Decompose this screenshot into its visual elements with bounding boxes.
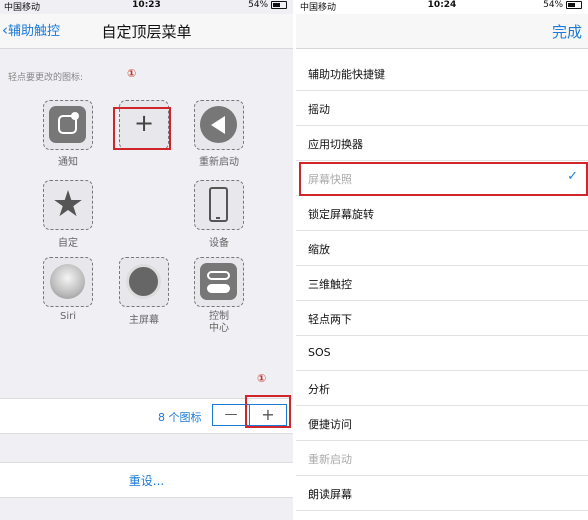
- home-icon: [126, 264, 161, 299]
- nav-bar-right: 完成: [296, 14, 588, 49]
- list-item[interactable]: 三维触控: [296, 266, 588, 301]
- icon-label-home: 主屏幕: [129, 315, 159, 326]
- list-item[interactable]: 轻点两下: [296, 301, 588, 336]
- list-item[interactable]: 摇动: [296, 91, 588, 126]
- list-item[interactable]: 重新启动: [296, 441, 588, 476]
- icon-label-siri: Siri: [59, 311, 76, 322]
- icon-slot-control-center[interactable]: [194, 257, 244, 307]
- list-item-label: 轻点两下: [308, 313, 352, 326]
- status-bar-right: 中国移动 10:24 54%: [296, 0, 588, 13]
- list-item[interactable]: 应用切换器: [296, 126, 588, 161]
- icon-grid: 通知 + 重新启动 ★ 自定 设备 Siri 主屏幕 控制 中心: [0, 86, 293, 398]
- list-item-label: 辅助功能快捷键: [308, 68, 385, 81]
- icon-slot-device[interactable]: [194, 180, 244, 230]
- restart-icon: [200, 106, 237, 143]
- icon-slot-restart[interactable]: [194, 100, 244, 150]
- battery-percent-right: 54%: [543, 0, 564, 10]
- annotation-mark-bottom: ①: [257, 372, 267, 385]
- right-screen: 中国移动 10:24 54% 完成 辅助功能快捷键 摇动 应用切换器 屏幕快照 …: [296, 0, 588, 520]
- list-item-label: 三维触控: [308, 278, 352, 291]
- icon-slot-siri[interactable]: [43, 257, 93, 307]
- highlight-box-plus: [113, 107, 171, 150]
- icon-slot-custom[interactable]: ★: [43, 180, 93, 230]
- highlight-box-increase: [245, 395, 291, 428]
- reset-button[interactable]: 重设...: [0, 472, 293, 489]
- annotation-mark-top: ①: [127, 67, 137, 80]
- list-item-label: 便捷访问: [308, 418, 352, 431]
- notification-icon: [49, 106, 86, 143]
- left-screen: 中国移动 10:23 54% ‹辅助触控 自定顶层菜单 轻点要更改的图标: ① …: [0, 0, 293, 520]
- battery-indicator-right: 54%: [543, 0, 582, 10]
- list-item[interactable]: 便捷访问: [296, 406, 588, 441]
- list-item[interactable]: 缩放: [296, 231, 588, 266]
- reset-row[interactable]: 重设...: [0, 462, 293, 498]
- list-item[interactable]: 朗读屏幕: [296, 476, 588, 511]
- highlight-box-screenshot: [299, 162, 588, 196]
- icon-count-label: 8 个图标: [158, 411, 202, 424]
- icon-slot-home[interactable]: [119, 257, 169, 307]
- icon-label-custom: 自定: [58, 238, 78, 249]
- list-item-label: 分析: [308, 383, 330, 396]
- list-item[interactable]: 辅助功能快捷键: [296, 56, 588, 91]
- status-bar: 中国移动 10:23 54%: [0, 0, 293, 13]
- action-list: 辅助功能快捷键 摇动 应用切换器 屏幕快照 ✓ 锁定屏幕旋转 缩放 三维触控 轻…: [296, 56, 588, 511]
- battery-icon: [271, 0, 287, 9]
- list-item[interactable]: SOS: [296, 336, 588, 371]
- list-item-label: 锁定屏幕旋转: [308, 208, 374, 221]
- hint-text: 轻点要更改的图标:: [8, 73, 84, 83]
- siri-icon: [50, 264, 85, 299]
- star-icon: ★: [51, 184, 85, 225]
- battery-icon: [566, 0, 582, 9]
- icon-label-restart: 重新启动: [199, 157, 239, 168]
- list-item[interactable]: 锁定屏幕旋转: [296, 196, 588, 231]
- control-center-icon: [200, 263, 237, 300]
- list-item-label: 应用切换器: [308, 138, 363, 151]
- list-item-label: 摇动: [308, 103, 330, 116]
- icon-label-notification: 通知: [58, 157, 78, 168]
- icon-slot-notification[interactable]: [43, 100, 93, 150]
- list-item-label: SOS: [308, 346, 331, 359]
- page-title: 自定顶层菜单: [101, 23, 192, 41]
- battery-indicator: 54%: [248, 0, 287, 10]
- list-item-label: 重新启动: [308, 453, 352, 466]
- done-button[interactable]: 完成: [552, 21, 582, 42]
- battery-percent: 54%: [248, 0, 269, 10]
- icon-label-device: 设备: [209, 238, 229, 249]
- icon-label-control-center: 控制 中心: [209, 311, 229, 334]
- device-icon: [209, 187, 228, 222]
- list-item-label: 朗读屏幕: [308, 488, 352, 501]
- list-item-label: 缩放: [308, 243, 330, 256]
- nav-bar: ‹辅助触控 自定顶层菜单: [0, 14, 293, 49]
- list-item[interactable]: 分析: [296, 371, 588, 406]
